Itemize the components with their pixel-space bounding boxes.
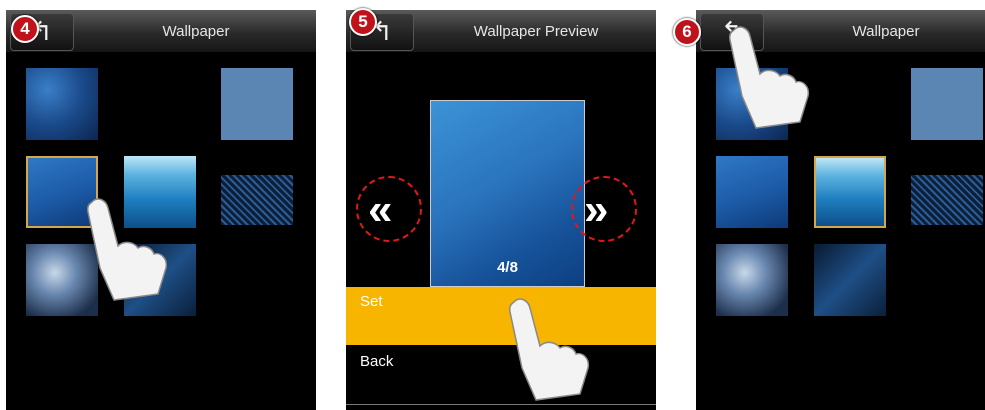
- wallpaper-preview-image: 4/8: [430, 100, 585, 287]
- hand-pointer-icon: [87, 198, 168, 301]
- screen-wallpaper-step6: ↰ Wallpaper: [696, 10, 985, 410]
- hand-pointer-icon: [729, 26, 810, 129]
- title-bar: ↰ Wallpaper: [6, 10, 316, 52]
- page-title: Wallpaper: [162, 23, 230, 40]
- step-badge: 5: [349, 8, 377, 36]
- double-chevron-left-icon[interactable]: «: [368, 188, 392, 232]
- step-badge: 4: [11, 15, 39, 43]
- wallpaper-thumb-5-selected[interactable]: [814, 156, 886, 228]
- wallpaper-thumb-6[interactable]: [911, 175, 983, 225]
- hand-pointer-icon: [509, 298, 590, 401]
- wallpaper-thumb-8[interactable]: [814, 244, 886, 316]
- set-label: Set: [360, 293, 383, 310]
- wallpaper-thumb-1[interactable]: [26, 68, 98, 140]
- wallpaper-thumb-6[interactable]: [221, 175, 293, 225]
- back-label: Back: [360, 353, 394, 370]
- wallpaper-thumb-3[interactable]: [911, 68, 983, 140]
- wallpaper-thumb-4[interactable]: [716, 156, 788, 228]
- back-menu-button[interactable]: Back: [346, 347, 656, 405]
- step-badge: 6: [673, 18, 701, 46]
- page-title: Wallpaper Preview: [473, 23, 599, 40]
- wallpaper-thumb-3[interactable]: [221, 68, 293, 140]
- screen-wallpaper-preview-step5: ↰ Wallpaper Preview 4/8 « » Set Back: [346, 10, 656, 410]
- title-bar: ↰ Wallpaper Preview: [346, 10, 656, 52]
- double-chevron-right-icon[interactable]: »: [584, 188, 608, 232]
- preview-counter: 4/8: [497, 259, 518, 276]
- screen-wallpaper-step4: ↰ Wallpaper: [6, 10, 316, 410]
- set-button[interactable]: Set: [346, 287, 656, 345]
- wallpaper-thumb-7[interactable]: [716, 244, 788, 316]
